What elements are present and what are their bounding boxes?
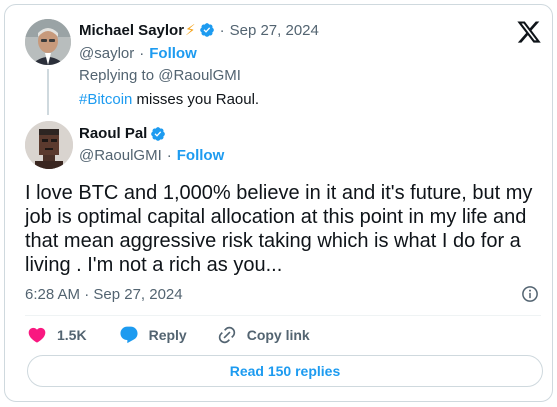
raoul-pal-avatar-image bbox=[25, 121, 73, 169]
info-icon[interactable] bbox=[521, 285, 539, 303]
separator-dot: · bbox=[166, 147, 172, 164]
reply-label: Reply bbox=[148, 327, 187, 343]
heart-icon bbox=[28, 327, 46, 343]
reply-button[interactable]: Reply bbox=[119, 325, 187, 345]
raoul-pal-name-row: Raoul Pal bbox=[79, 125, 166, 142]
raoul-pal-display-name[interactable]: Raoul Pal bbox=[79, 125, 147, 142]
raoul-pal-handle-row: @RaoulGMI · Follow bbox=[79, 147, 224, 164]
saylor-avatar-image bbox=[25, 19, 71, 65]
follow-raoul-pal-link[interactable]: Follow bbox=[177, 147, 225, 164]
raoul-pal-handle[interactable]: @RaoulGMI bbox=[79, 147, 162, 164]
verified-badge-icon[interactable] bbox=[150, 126, 166, 142]
bitcoin-hashtag-link[interactable]: #Bitcoin bbox=[79, 91, 132, 108]
saylor-tweet-date[interactable]: Sep 27, 2024 bbox=[230, 22, 319, 39]
follow-saylor-link[interactable]: Follow bbox=[149, 45, 197, 62]
read-replies-button[interactable]: Read 150 replies bbox=[27, 355, 543, 387]
saylor-handle[interactable]: @saylor bbox=[79, 45, 134, 62]
replying-to-text: Replying to @RaoulGMI bbox=[79, 67, 241, 84]
copy-link-button[interactable]: Copy link bbox=[217, 325, 310, 345]
separator-dot: · bbox=[219, 21, 225, 39]
saylor-display-name[interactable]: Michael Saylor bbox=[79, 22, 184, 39]
saylor-avatar[interactable] bbox=[25, 19, 71, 65]
parent-tweet-text-rest: misses you Raoul. bbox=[132, 91, 260, 108]
thread-connector-line bbox=[47, 69, 49, 115]
saylor-name-row: Michael Saylor ⚡ · Sep 27, 2024 bbox=[79, 21, 319, 40]
link-icon bbox=[218, 326, 235, 344]
like-count: 1.5K bbox=[57, 327, 87, 343]
parent-tweet-text: #Bitcoin misses you Raoul. bbox=[79, 91, 259, 108]
embedded-tweet-card: Michael Saylor ⚡ · Sep 27, 2024 @saylor … bbox=[4, 4, 553, 402]
divider bbox=[25, 315, 541, 316]
copy-link-label: Copy link bbox=[246, 327, 310, 343]
verified-badge-icon[interactable] bbox=[199, 22, 215, 38]
tweet-actions-bar: 1.5K Reply Copy link bbox=[27, 325, 310, 345]
separator-dot: · bbox=[139, 45, 145, 62]
lightning-icon: ⚡ bbox=[185, 22, 196, 39]
x-logo-icon[interactable] bbox=[516, 19, 542, 45]
raoul-pal-avatar[interactable] bbox=[25, 121, 73, 169]
like-button[interactable]: 1.5K bbox=[27, 325, 87, 345]
reply-bubble-icon bbox=[120, 326, 138, 344]
main-tweet-text: I love BTC and 1,000% believe in it and … bbox=[25, 182, 533, 276]
tweet-timestamp[interactable]: 6:28 AM · Sep 27, 2024 bbox=[25, 286, 183, 303]
saylor-handle-row: @saylor · Follow bbox=[79, 45, 197, 62]
